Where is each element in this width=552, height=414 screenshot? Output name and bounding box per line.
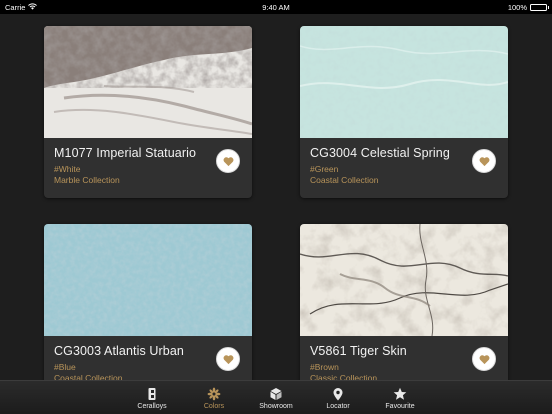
tab-label: Showroom — [259, 402, 293, 410]
tab-ceralloys[interactable]: Ceralloys — [121, 381, 183, 414]
color-card-tiger-skin[interactable]: V5861 Tiger Skin #Brown Classic Collecti… — [300, 224, 508, 396]
favourite-button[interactable] — [472, 149, 496, 173]
battery-percent: 100% — [507, 2, 527, 12]
card-info: CG3004 Celestial Spring #Green Coastal C… — [300, 138, 508, 198]
card-color-tag[interactable]: #Green — [310, 163, 498, 175]
tab-colors[interactable]: Colors — [183, 381, 245, 414]
tab-label: Ceralloys — [137, 402, 167, 410]
card-info: M1077 Imperial Statuario #White Marble C… — [44, 138, 252, 198]
card-color-tag[interactable]: #White — [54, 163, 242, 175]
card-title: M1077 Imperial Statuario — [54, 146, 197, 160]
ceralloys-logo-icon — [148, 387, 156, 400]
status-left: Carrie — [5, 2, 38, 12]
tab-locator[interactable]: Locator — [307, 381, 369, 414]
heart-icon — [479, 156, 489, 166]
atlantis-urban-stone-texture — [44, 224, 252, 336]
color-card-celestial-spring[interactable]: CG3004 Celestial Spring #Green Coastal C… — [300, 26, 508, 198]
tab-showroom[interactable]: Showroom — [245, 381, 307, 414]
tiger-skin-stone-texture — [300, 224, 508, 336]
imperial-statuario-stone-texture — [44, 26, 252, 138]
card-collection[interactable]: Marble Collection — [54, 175, 242, 186]
favourite-button[interactable] — [216, 149, 240, 173]
color-card-imperial-statuario[interactable]: M1077 Imperial Statuario #White Marble C… — [44, 26, 252, 198]
card-color-tag[interactable]: #Brown — [310, 361, 498, 373]
flower-icon — [207, 387, 221, 400]
card-title: CG3004 Celestial Spring — [310, 146, 450, 160]
tab-favourite[interactable]: Favourite — [369, 381, 431, 414]
wifi-icon — [28, 2, 38, 12]
battery-icon — [530, 3, 549, 11]
tab-label: Colors — [203, 402, 225, 410]
color-grid: M1077 Imperial Statuario #White Marble C… — [0, 14, 552, 396]
star-icon — [393, 387, 407, 400]
tab-label: Locator — [326, 402, 350, 410]
heart-icon — [223, 156, 233, 166]
status-bar: Carrie 9:40 AM 100% — [0, 0, 552, 14]
status-time: 9:40 AM — [262, 2, 290, 12]
favourite-button[interactable] — [216, 347, 240, 371]
card-color-tag[interactable]: #Blue — [54, 361, 242, 373]
tab-bar: Ceralloys Colors Showroom Locator Favour… — [0, 380, 552, 414]
card-title: V5861 Tiger Skin — [310, 344, 407, 358]
favourite-button[interactable] — [472, 347, 496, 371]
color-card-atlantis-urban[interactable]: CG3003 Atlantis Urban #Blue Coastal Coll… — [44, 224, 252, 396]
map-pin-icon — [333, 387, 343, 400]
card-collection[interactable]: Coastal Collection — [310, 175, 498, 186]
heart-icon — [479, 354, 489, 364]
card-title: CG3003 Atlantis Urban — [54, 344, 184, 358]
cube-icon — [270, 387, 282, 400]
celestial-spring-stone-texture — [300, 26, 508, 138]
heart-icon — [223, 354, 233, 364]
carrier-label: Carrie — [5, 2, 26, 12]
status-right: 100% — [507, 2, 549, 12]
tab-label: Favourite — [385, 402, 415, 410]
